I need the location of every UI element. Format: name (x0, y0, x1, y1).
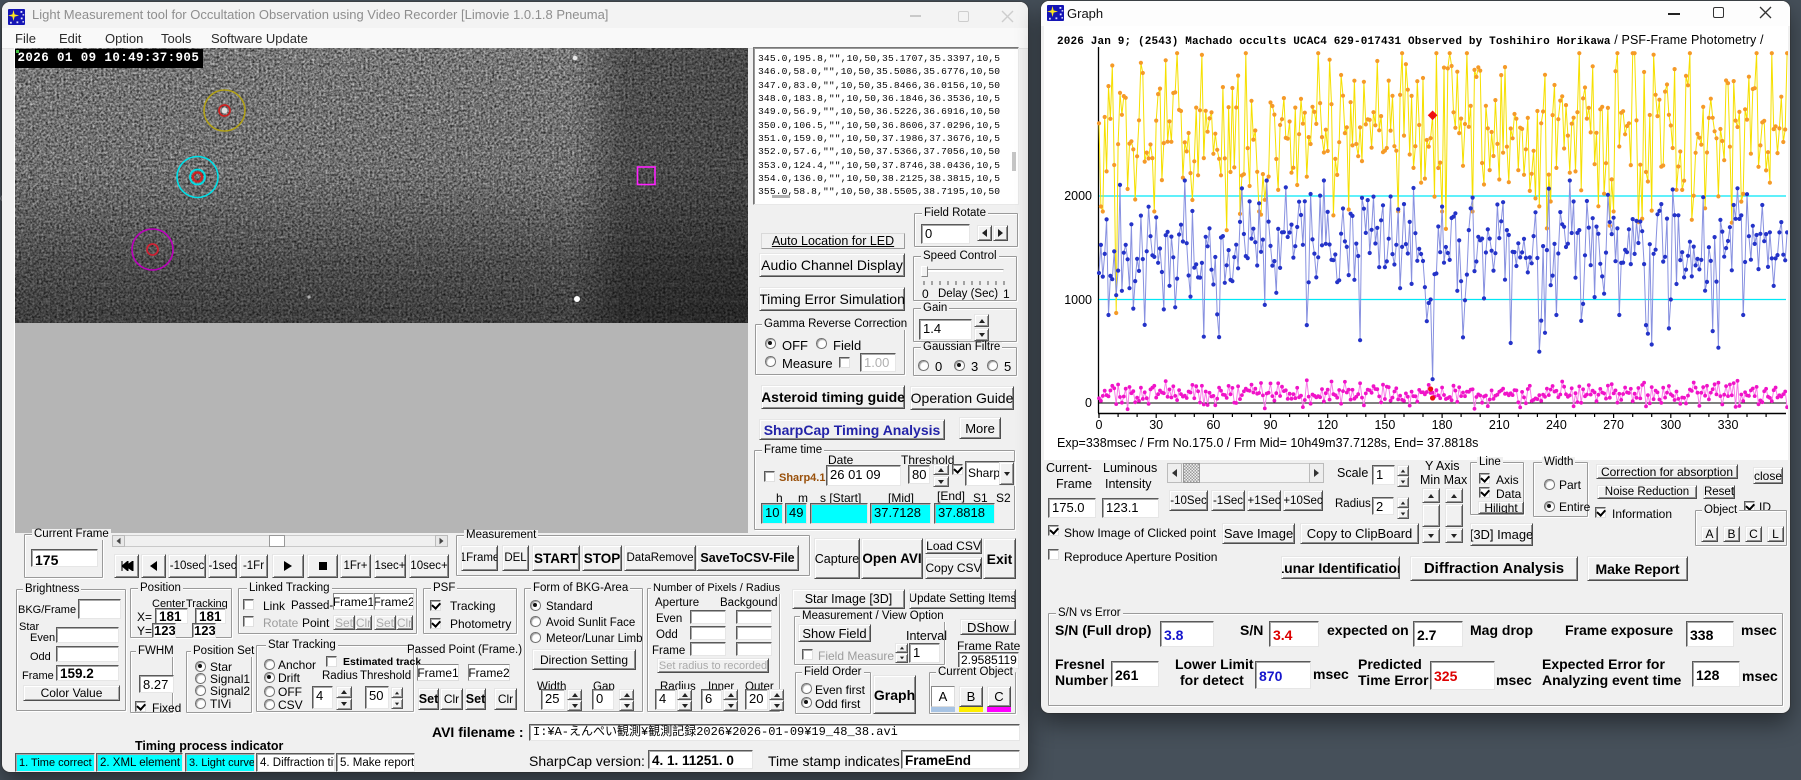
svg-text:180: 180 (1432, 418, 1453, 432)
svg-text:150: 150 (1374, 418, 1395, 432)
svg-text:30: 30 (1149, 418, 1163, 432)
svg-text:60: 60 (1206, 418, 1220, 432)
svg-text:270: 270 (1603, 418, 1624, 432)
svg-text:2000: 2000 (1064, 189, 1092, 203)
svg-text:120: 120 (1317, 418, 1338, 432)
svg-text:2026 Jan 9; (2543) Machado occ: 2026 Jan 9; (2543) Machado occults UCAC4… (1057, 33, 1764, 48)
svg-text:240: 240 (1546, 418, 1567, 432)
svg-text:Exp=338msec / Frm No.175.0 / F: Exp=338msec / Frm No.175.0 / Frm Mid= 10… (1057, 436, 1478, 450)
svg-text:210: 210 (1489, 418, 1510, 432)
svg-text:330: 330 (1718, 418, 1739, 432)
svg-text:90: 90 (1264, 418, 1278, 432)
svg-text:300: 300 (1660, 418, 1681, 432)
svg-text:0: 0 (1085, 396, 1092, 410)
svg-text:0: 0 (1096, 418, 1103, 432)
svg-text:1000: 1000 (1064, 293, 1092, 307)
